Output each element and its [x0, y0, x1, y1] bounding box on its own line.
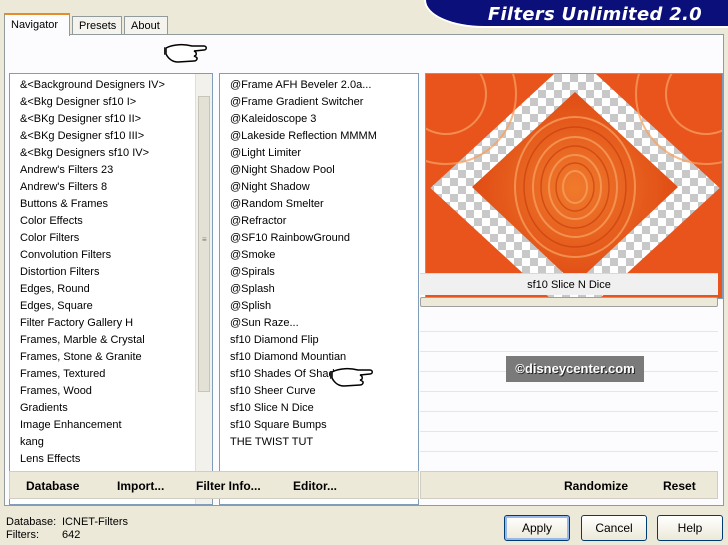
status-info: Database: ICNET-Filters Filters: 642: [6, 516, 128, 542]
pointer-glove-icon: [164, 43, 207, 63]
preview-image: [426, 74, 722, 298]
category-item[interactable]: Andrew's Filters 23: [10, 162, 196, 179]
filter-list[interactable]: @Frame AFH Beveler 2.0a... @Frame Gradien…: [219, 73, 419, 505]
bottom-toolbar-right: Randomize Reset: [420, 471, 718, 499]
filter-items: @Frame AFH Beveler 2.0a... @Frame Gradien…: [220, 77, 418, 451]
filter-item[interactable]: @Smoke: [220, 247, 418, 264]
param-divider: [420, 451, 718, 452]
filter-item[interactable]: @Night Shadow: [220, 179, 418, 196]
filter-item[interactable]: @Night Shadow Pool: [220, 162, 418, 179]
category-item[interactable]: Edges, Round: [10, 281, 196, 298]
bottom-toolbar-left: Database Import... Filter Info... Editor…: [9, 471, 419, 499]
param-divider: [420, 331, 718, 332]
tab-about[interactable]: About: [124, 16, 168, 35]
param-divider: [420, 411, 718, 412]
category-item[interactable]: Frames, Wood: [10, 383, 196, 400]
tab-navigator[interactable]: Navigator: [4, 13, 70, 36]
category-item[interactable]: Gradients: [10, 400, 196, 417]
category-item[interactable]: Frames, Stone & Granite: [10, 349, 196, 366]
grip-icon: ≡: [202, 235, 207, 244]
pointer-glove-icon: [330, 367, 373, 387]
filter-item[interactable]: sf10 Diamond Flip: [220, 332, 418, 349]
param-divider: [420, 391, 718, 392]
filter-item[interactable]: @Spirals: [220, 264, 418, 281]
category-item[interactable]: Lens Effects: [10, 451, 196, 468]
database-button[interactable]: Database: [26, 479, 79, 493]
category-item[interactable]: Distortion Filters: [10, 264, 196, 281]
filter-item[interactable]: sf10 Sheer Curve: [220, 383, 418, 400]
filter-item[interactable]: @Light Limiter: [220, 145, 418, 162]
category-item[interactable]: Filter Factory Gallery H: [10, 315, 196, 332]
editor-button[interactable]: Editor...: [293, 479, 337, 493]
tab-presets[interactable]: Presets: [72, 16, 122, 35]
param-divider: [420, 431, 718, 432]
category-scrollbar[interactable]: ≡ ▼: [195, 74, 212, 504]
category-item[interactable]: &<BKg Designer sf10 II>: [10, 111, 196, 128]
filter-item[interactable]: @Kaleidoscope 3: [220, 111, 418, 128]
filter-item[interactable]: sf10 Slice N Dice: [220, 400, 418, 417]
reset-button[interactable]: Reset: [663, 479, 696, 493]
filter-item[interactable]: @SF10 RainbowGround: [220, 230, 418, 247]
filter-preview: [425, 73, 723, 299]
filter-item[interactable]: sf10 Shades Of Shadow: [220, 366, 418, 383]
title-banner: Filters Unlimited 2.0: [424, 0, 728, 28]
cancel-button[interactable]: Cancel: [581, 515, 647, 541]
filter-item[interactable]: @Random Smelter: [220, 196, 418, 213]
help-button[interactable]: Help: [657, 515, 723, 541]
category-item[interactable]: Image Enhancement: [10, 417, 196, 434]
category-item[interactable]: &<Bkg Designer sf10 I>: [10, 94, 196, 111]
filter-item[interactable]: THE TWIST TUT: [220, 434, 418, 451]
category-item[interactable]: Buttons & Frames: [10, 196, 196, 213]
category-item[interactable]: &<Bkg Designers sf10 IV>: [10, 145, 196, 162]
category-list[interactable]: &<Background Designers IV> &<Bkg Designer…: [9, 73, 213, 505]
app-title: Filters Unlimited 2.0: [487, 4, 702, 25]
filter-item[interactable]: @Sun Raze...: [220, 315, 418, 332]
filter-info-button[interactable]: Filter Info...: [196, 479, 261, 493]
param-divider: [420, 351, 718, 352]
database-value: ICNET-Filters: [62, 516, 128, 528]
category-item[interactable]: Frames, Marble & Crystal: [10, 332, 196, 349]
scrollbar-thumb[interactable]: ≡: [198, 96, 210, 392]
filter-item[interactable]: @Splish: [220, 298, 418, 315]
apply-button[interactable]: Apply: [504, 515, 570, 541]
filter-item[interactable]: sf10 Square Bumps: [220, 417, 418, 434]
category-item[interactable]: kang: [10, 434, 196, 451]
database-label: Database:: [6, 516, 57, 528]
selected-filter-name: sf10 Slice N Dice: [420, 273, 718, 295]
filter-item[interactable]: sf10 Diamond Mountian: [220, 349, 418, 366]
category-item[interactable]: Edges, Square: [10, 298, 196, 315]
parameter-slider[interactable]: [420, 297, 718, 307]
filter-item[interactable]: @Lakeside Reflection MMMM: [220, 128, 418, 145]
category-item[interactable]: Convolution Filters: [10, 247, 196, 264]
category-item[interactable]: &<Background Designers IV>: [10, 77, 196, 94]
filters-unlimited-window: Filters Unlimited 2.0 Navigator Presets …: [0, 0, 728, 545]
category-item[interactable]: &<BKg Designer sf10 III>: [10, 128, 196, 145]
category-item[interactable]: Color Effects: [10, 213, 196, 230]
category-item[interactable]: Andrew's Filters 8: [10, 179, 196, 196]
filter-item[interactable]: @Splash: [220, 281, 418, 298]
watermark: ©disneycenter.com: [506, 356, 644, 382]
parameter-area: [420, 311, 718, 467]
category-item[interactable]: Frames, Textured: [10, 366, 196, 383]
randomize-button[interactable]: Randomize: [564, 479, 628, 493]
category-items: &<Background Designers IV> &<Bkg Designer…: [10, 77, 196, 502]
import-button[interactable]: Import...: [117, 479, 164, 493]
filters-label: Filters:: [6, 529, 39, 541]
filter-item[interactable]: @Refractor: [220, 213, 418, 230]
navigator-panel: &<Background Designers IV> &<Bkg Designer…: [4, 34, 724, 506]
filters-count: 642: [62, 529, 81, 541]
filter-item[interactable]: @Frame AFH Beveler 2.0a...: [220, 77, 418, 94]
filter-item[interactable]: @Frame Gradient Switcher: [220, 94, 418, 111]
category-item[interactable]: Color Filters: [10, 230, 196, 247]
